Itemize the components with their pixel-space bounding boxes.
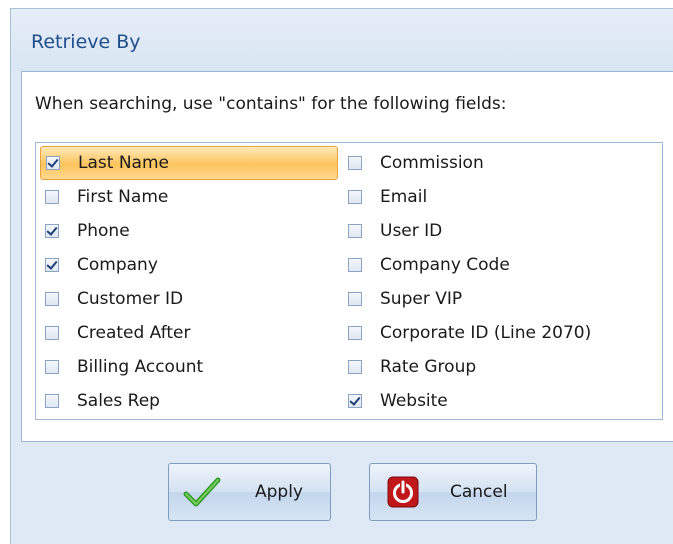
apply-button[interactable]: Apply: [168, 463, 331, 521]
field-item[interactable]: Rate Group: [343, 350, 658, 384]
field-checkbox[interactable]: [348, 326, 362, 340]
cancel-button[interactable]: Cancel: [369, 463, 537, 521]
field-checkbox[interactable]: [45, 224, 59, 238]
field-item[interactable]: Super VIP: [343, 282, 658, 316]
field-label: User ID: [380, 221, 443, 241]
field-label: Email: [380, 187, 428, 207]
field-item[interactable]: User ID: [343, 214, 658, 248]
fields-column-right: Commission Email User ID Company Code Super …: [343, 146, 658, 418]
dialog-content: When searching, use "contains" for the f…: [21, 71, 673, 442]
field-label: Company Code: [380, 255, 510, 275]
field-checkbox[interactable]: [45, 292, 59, 306]
field-label: Phone: [77, 221, 130, 241]
field-label: Billing Account: [77, 357, 204, 377]
field-item[interactable]: First Name: [40, 180, 338, 214]
field-label: Sales Rep: [77, 391, 160, 411]
field-label: Rate Group: [380, 357, 477, 377]
field-item[interactable]: Sales Rep: [40, 384, 338, 418]
field-item[interactable]: Company Code: [343, 248, 658, 282]
field-label: Website: [380, 391, 448, 411]
field-item[interactable]: Created After: [40, 316, 338, 350]
instruction-text: When searching, use "contains" for the f…: [35, 94, 507, 114]
field-checkbox[interactable]: [348, 258, 362, 272]
field-checkbox[interactable]: [348, 360, 362, 374]
cancel-button-label: Cancel: [450, 482, 508, 502]
field-checkbox[interactable]: [45, 394, 59, 408]
field-checkbox[interactable]: [45, 190, 59, 204]
fields-checklist: Last Name First Name Phone Company Customer …: [35, 142, 663, 420]
field-item[interactable]: Email: [343, 180, 658, 214]
field-item[interactable]: Last Name: [40, 146, 338, 180]
apply-button-label: Apply: [255, 482, 303, 502]
field-checkbox[interactable]: [348, 394, 362, 408]
field-checkbox[interactable]: [45, 360, 59, 374]
field-label: Created After: [77, 323, 191, 343]
field-checkbox[interactable]: [45, 326, 59, 340]
field-checkbox[interactable]: [46, 156, 60, 170]
field-checkbox[interactable]: [348, 190, 362, 204]
dialog-titlebar: Retrieve By: [11, 9, 673, 71]
field-label: Super VIP: [380, 289, 463, 309]
field-item[interactable]: Commission: [343, 146, 658, 180]
field-item[interactable]: Billing Account: [40, 350, 338, 384]
field-checkbox[interactable]: [348, 156, 362, 170]
retrieve-by-dialog: Retrieve By When searching, use "contain…: [10, 8, 673, 544]
power-icon: [384, 475, 422, 509]
field-label: Commission: [380, 153, 484, 173]
field-checkbox[interactable]: [348, 224, 362, 238]
field-item[interactable]: Company: [40, 248, 338, 282]
field-label: First Name: [77, 187, 169, 207]
dialog-title: Retrieve By: [31, 31, 141, 53]
field-label: Company: [77, 255, 158, 275]
field-item[interactable]: Corporate ID (Line 2070): [343, 316, 658, 350]
field-label: Last Name: [78, 153, 169, 173]
field-checkbox[interactable]: [45, 258, 59, 272]
field-item[interactable]: Website: [343, 384, 658, 418]
fields-column-left: Last Name First Name Phone Company Customer …: [40, 146, 338, 418]
field-label: Corporate ID (Line 2070): [380, 323, 592, 343]
checkmark-icon: [183, 475, 221, 509]
field-label: Customer ID: [77, 289, 184, 309]
field-checkbox[interactable]: [348, 292, 362, 306]
field-item[interactable]: Customer ID: [40, 282, 338, 316]
field-item[interactable]: Phone: [40, 214, 338, 248]
